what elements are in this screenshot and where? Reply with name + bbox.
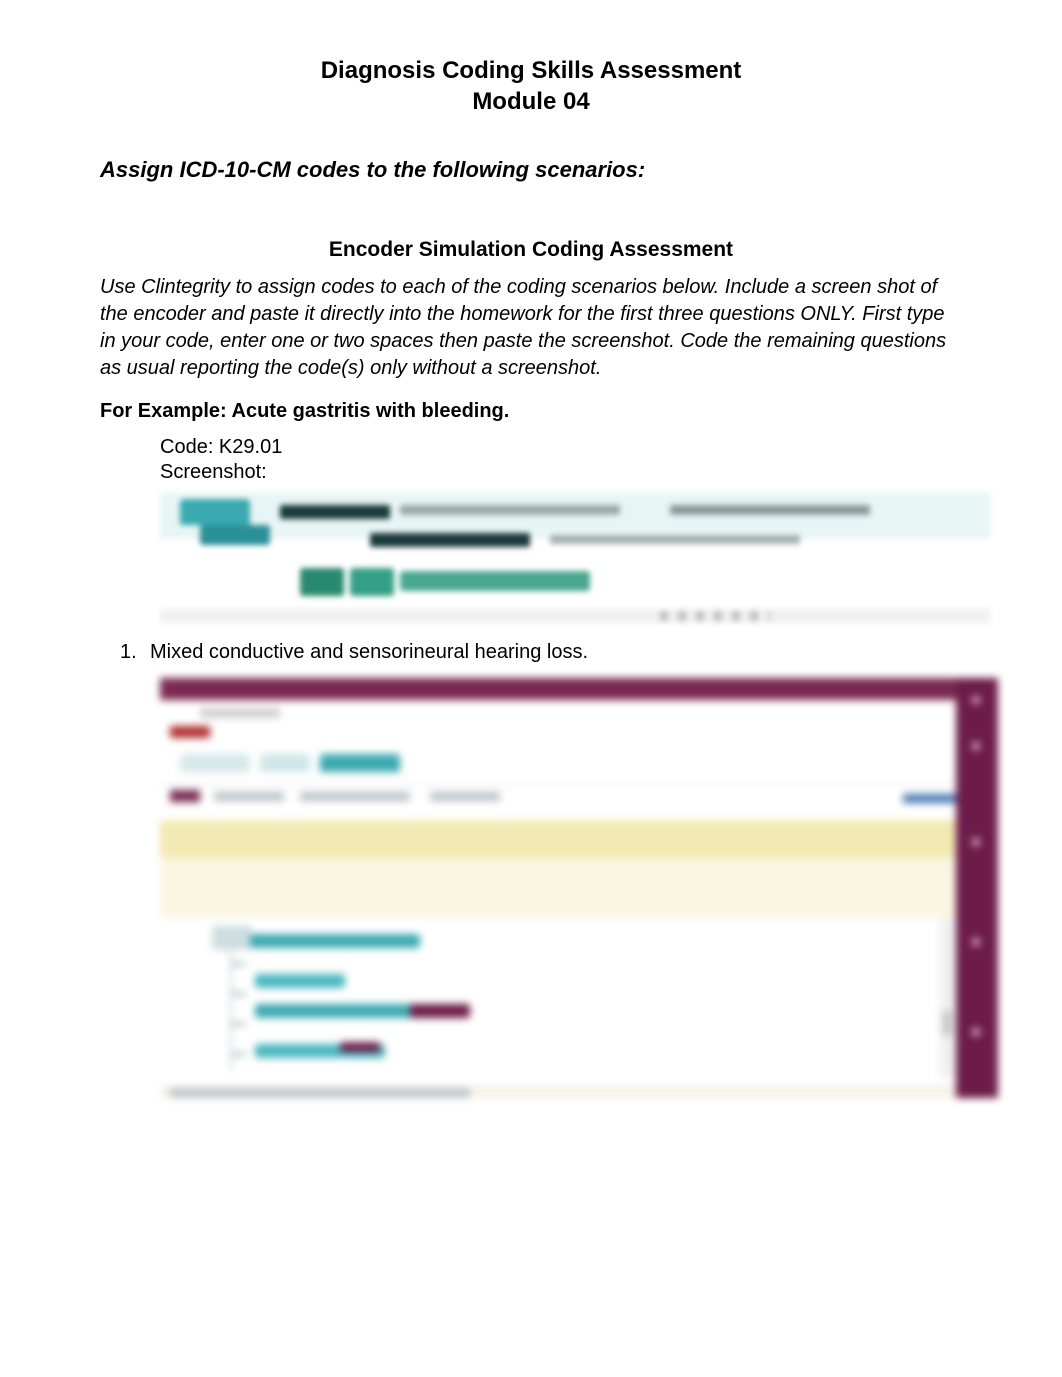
title-line-1: Diagnosis Coding Skills Assessment — [100, 55, 962, 86]
encoder-green-block-1 — [300, 568, 344, 596]
encoder-bottom-dots — [660, 611, 770, 621]
encoder-top-strip — [160, 678, 960, 700]
encoder-green-bar — [400, 571, 590, 591]
sidebar-icon-1 — [972, 696, 980, 704]
sub-heading: Encoder Simulation Coding Assessment — [100, 238, 962, 262]
question-1: 1. Mixed conductive and sensorineural he… — [120, 641, 962, 664]
question-1-screenshot-image — [160, 678, 998, 1098]
example-code-label: Code: K29.01 — [160, 435, 962, 460]
encoder-green-block-2 — [350, 568, 394, 596]
encoder-tab-b — [260, 754, 310, 772]
example-screenshot-label: Screenshot: — [160, 460, 962, 485]
encoder-tree-item-2 — [255, 974, 345, 988]
assign-heading: Assign ICD-10-CM codes to the following … — [100, 157, 962, 183]
question-number: 1. — [120, 641, 150, 664]
encoder-scrollbar-thumb — [942, 1010, 952, 1036]
question-text: Mixed conductive and sensorineural heari… — [150, 641, 588, 664]
encoder-red-badge — [170, 726, 210, 738]
encoder-darkbar-1 — [280, 505, 390, 519]
encoder-tab — [180, 499, 250, 525]
encoder-textline-3 — [550, 535, 800, 544]
encoder-textline-1 — [400, 505, 620, 515]
encoder-filter-row — [160, 784, 960, 820]
encoder-search-field — [200, 708, 280, 718]
encoder-yellow-band — [160, 820, 960, 858]
encoder-tree-item-1 — [250, 934, 420, 948]
encoder-tab-a — [180, 754, 250, 772]
sidebar-icon-4 — [972, 938, 980, 946]
encoder-bottom-strip — [160, 609, 990, 623]
encoder-scrollbar-track — [940, 918, 954, 1078]
encoder-textline-2 — [670, 505, 870, 515]
encoder-filter-txt-3 — [430, 792, 500, 801]
sidebar-icon-2 — [972, 742, 980, 750]
encoder-search-row — [160, 700, 960, 744]
title-line-2: Module 04 — [100, 86, 962, 117]
encoder-blue-link — [903, 794, 958, 803]
page-title: Diagnosis Coding Skills Assessment Modul… — [100, 55, 962, 117]
encoder-tree-item-3-highlight — [410, 1004, 470, 1018]
sidebar-icon-3 — [972, 838, 980, 846]
encoder-statusbar-text — [170, 1088, 470, 1098]
example-code-block: Code: K29.01 Screenshot: — [160, 435, 962, 485]
example-heading: For Example: Acute gastritis with bleedi… — [100, 400, 962, 423]
encoder-filter-label — [170, 790, 200, 802]
encoder-tab-c-active — [320, 754, 400, 772]
instructions-paragraph: Use Clintegrity to assign codes to each … — [100, 274, 962, 382]
encoder-tree-item-4-badge — [340, 1042, 380, 1052]
encoder-filter-txt-1 — [214, 792, 284, 801]
sidebar-icon-5 — [972, 1028, 980, 1036]
encoder-tree-root-icon — [212, 926, 252, 950]
encoder-tree-nodes — [232, 962, 246, 1072]
encoder-filter-txt-2 — [300, 792, 410, 801]
example-screenshot-image — [160, 493, 990, 623]
encoder-darkbar-2 — [370, 533, 530, 547]
encoder-cream-band — [160, 858, 960, 918]
encoder-subtab — [200, 525, 270, 545]
